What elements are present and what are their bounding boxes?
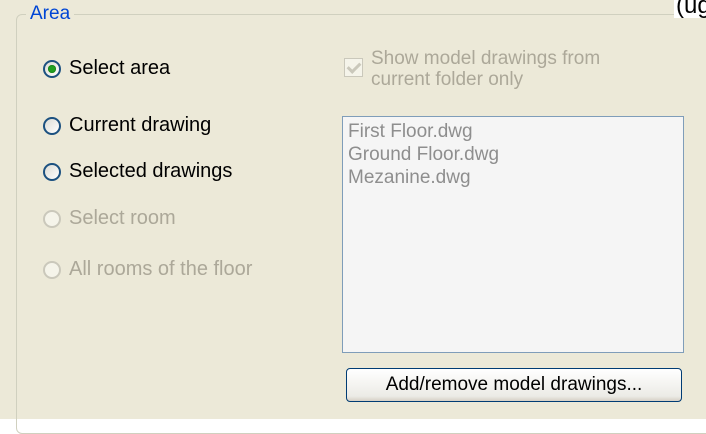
list-item: First Floor.dwg bbox=[348, 121, 473, 142]
area-panel: Area Select area Current drawing Selecte… bbox=[0, 0, 706, 434]
show-model-drawings-checkbox: Show model drawings from current folder … bbox=[344, 48, 631, 90]
clipped-text: (ug bbox=[674, 0, 706, 18]
radio-all-rooms-label: All rooms of the floor bbox=[69, 258, 253, 280]
show-model-drawings-label: Show model drawings from current folder … bbox=[371, 48, 601, 90]
list-item: Ground Floor.dwg bbox=[348, 144, 500, 165]
radio-select-room-label: Select room bbox=[69, 207, 176, 229]
radio-current-drawing-label: Current drawing bbox=[69, 114, 212, 136]
radio-all-rooms: All rooms of the floor bbox=[43, 258, 252, 281]
radio-select-area-indicator[interactable] bbox=[43, 59, 61, 78]
radio-select-room: Select room bbox=[43, 207, 176, 230]
radio-select-room-indicator bbox=[43, 209, 61, 228]
radio-current-drawing-indicator[interactable] bbox=[43, 116, 61, 135]
radio-select-area-label: Select area bbox=[69, 57, 171, 79]
model-drawings-list: First Floor.dwg Ground Floor.dwg Mezanin… bbox=[342, 116, 684, 353]
radio-select-area[interactable]: Select area bbox=[43, 57, 170, 80]
show-model-drawings-check-indicator bbox=[344, 58, 363, 77]
radio-selected-drawings-indicator[interactable] bbox=[43, 162, 61, 181]
radio-selected-drawings-label: Selected drawings bbox=[69, 160, 233, 182]
radio-all-rooms-indicator bbox=[43, 260, 61, 279]
radio-selected-drawings[interactable]: Selected drawings bbox=[43, 160, 232, 183]
area-group-legend: Area bbox=[26, 4, 75, 24]
list-item: Mezanine.dwg bbox=[348, 167, 471, 188]
add-remove-model-drawings-button[interactable]: Add/remove model drawings... bbox=[346, 368, 682, 402]
radio-current-drawing[interactable]: Current drawing bbox=[43, 114, 211, 137]
